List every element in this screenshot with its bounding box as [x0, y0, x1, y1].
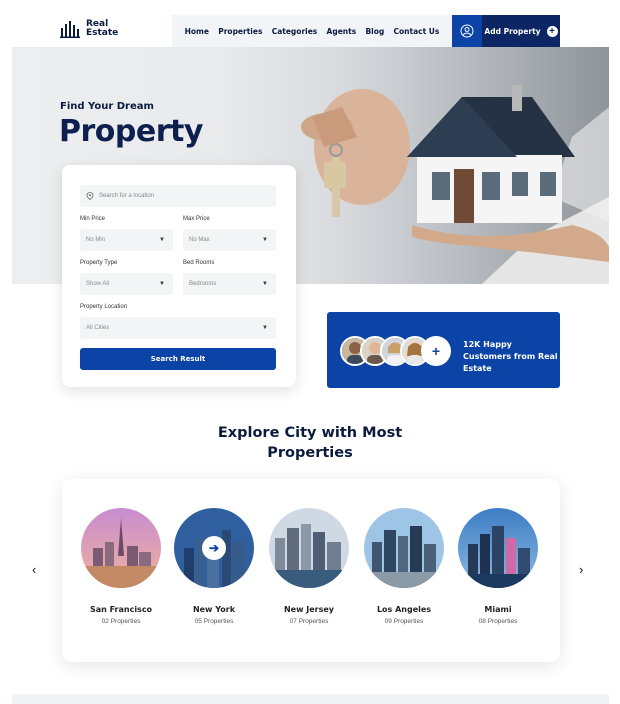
nav-categories[interactable]: Categories: [272, 27, 318, 36]
max-price-value: No Max: [189, 237, 210, 243]
city-property-count: 07 Properties: [289, 618, 329, 625]
city-image: [364, 508, 444, 588]
bedrooms-select[interactable]: Bedrooms ▼: [183, 273, 276, 295]
city-card-san-francisco[interactable]: San Francisco 02 Properties: [79, 508, 163, 625]
user-account-button[interactable]: [452, 15, 482, 47]
add-property-button[interactable]: Add Property +: [482, 15, 560, 47]
carousel-next-button[interactable]: ›: [579, 562, 583, 577]
logo-text: Real Estate: [86, 20, 126, 38]
carousel-prev-button[interactable]: ‹: [32, 562, 36, 577]
search-result-button[interactable]: Search Result: [80, 348, 276, 370]
property-location-value: All Cities: [86, 325, 110, 331]
chevron-down-icon: ▼: [159, 281, 165, 287]
explore-heading: Explore City with Most Properties: [180, 423, 440, 463]
search-card: Search for a location Min Price Max Pric…: [62, 165, 296, 387]
bedrooms-label: Bed Rooms: [183, 260, 215, 266]
city-name: Miami: [484, 605, 512, 614]
nav-properties[interactable]: Properties: [218, 27, 262, 36]
happy-customers-card: + 12K Happy Customers from Real Estate: [327, 312, 560, 388]
city-name: San Francisco: [89, 605, 153, 614]
city-image: [81, 508, 161, 588]
location-pin-icon: [86, 192, 94, 200]
hero-title: Property: [59, 114, 203, 149]
logo[interactable]: Real Estate: [60, 20, 126, 38]
property-location-label: Property Location: [80, 304, 128, 310]
nav-blog[interactable]: Blog: [365, 27, 384, 36]
add-property-label: Add Property: [484, 26, 541, 36]
property-type-value: Show All: [86, 281, 110, 287]
chevron-down-icon: ▼: [159, 237, 165, 243]
nav-agents[interactable]: Agents: [327, 27, 357, 36]
main-nav: Home Properties Categories Agents Blog C…: [172, 15, 452, 47]
city-property-count: 05 Properties: [194, 618, 234, 625]
explore-heading-line-1: Explore City with Most: [217, 425, 403, 441]
city-name: New Jersey: [283, 605, 335, 614]
city-property-count: 09 Properties: [384, 618, 424, 625]
explore-heading-line-2: Properties: [267, 445, 353, 461]
max-price-select[interactable]: No Max ▼: [183, 229, 276, 251]
city-card-new-jersey[interactable]: New Jersey 07 Properties: [267, 508, 351, 625]
city-property-count: 08 Properties: [478, 618, 518, 625]
city-card-miami[interactable]: Miami 08 Properties: [456, 508, 540, 625]
city-card-new-york[interactable]: ➔ New York 05 Properties: [172, 508, 256, 625]
arrow-right-icon: ➔: [202, 536, 226, 560]
min-price-select[interactable]: No Min ▼: [80, 229, 173, 251]
nav-home[interactable]: Home: [185, 27, 209, 36]
chevron-down-icon: ▼: [262, 281, 268, 287]
city-image: ➔: [174, 508, 254, 588]
plus-icon: +: [421, 336, 451, 366]
happy-customers-text: 12K Happy Customers from Real Estate: [463, 340, 558, 373]
city-image: [269, 508, 349, 588]
location-search-input[interactable]: Search for a location: [80, 185, 276, 207]
city-property-count: 02 Properties: [101, 618, 141, 625]
logo-line-2: Estate: [86, 28, 119, 38]
user-icon: [460, 24, 474, 38]
chevron-down-icon: ▼: [262, 325, 268, 331]
min-price-value: No Min: [86, 237, 106, 243]
nav-contact-us[interactable]: Contact Us: [394, 27, 440, 36]
page: Real Estate Home Properties Categories A…: [0, 0, 620, 704]
property-type-label: Property Type: [80, 260, 118, 266]
footer-strip: [12, 694, 609, 704]
city-name: Los Angeles: [376, 605, 432, 614]
city-name: New York: [192, 605, 236, 614]
location-placeholder: Search for a location: [99, 193, 155, 199]
building-logo-icon: [60, 21, 80, 38]
city-card-los-angeles[interactable]: Los Angeles 09 Properties: [362, 508, 446, 625]
hero-kicker: Find Your Dream: [60, 101, 154, 112]
bedrooms-value: Bedrooms: [189, 281, 217, 287]
min-price-label: Min Price: [80, 216, 106, 222]
property-type-select[interactable]: Show All ▼: [80, 273, 173, 295]
chevron-down-icon: ▼: [262, 237, 268, 243]
property-location-select[interactable]: All Cities ▼: [80, 317, 276, 339]
max-price-label: Max Price: [183, 216, 210, 222]
city-image: [458, 508, 538, 588]
plus-icon: +: [546, 25, 558, 37]
